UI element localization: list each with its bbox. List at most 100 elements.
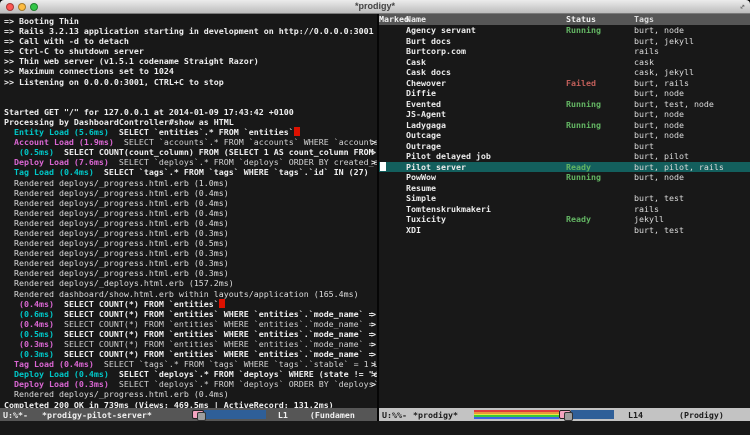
process-marked-cell <box>382 204 406 215</box>
process-name: Burt docs <box>406 36 566 47</box>
process-name: Cask docs <box>406 67 566 78</box>
log-segment: >> Thin web server (v1.5.1 codename Stra… <box>4 56 259 66</box>
log-segment: SELECT `entities`.* FROM `entities` <box>109 127 294 137</box>
log-segment: Rendered deploys/_progress.html.erb (0.4… <box>4 218 229 228</box>
truncation-marker: > <box>371 339 376 349</box>
process-status: Ready <box>566 214 634 225</box>
log-line <box>4 97 377 107</box>
log-line: Deploy Load (0.3ms) SELECT `deploys`.* F… <box>4 379 377 389</box>
truncation-marker: > <box>371 349 376 359</box>
process-marked-cell <box>382 225 406 236</box>
log-line: Rendered deploys/_progress.html.erb (0.3… <box>4 268 377 278</box>
process-marked-cell <box>382 151 406 162</box>
log-segment: Rendered deploys/_progress.html.erb (0.4… <box>4 198 229 208</box>
log-segment: Deploy Load (7.6ms) <box>4 157 109 167</box>
window-titlebar[interactable]: *prodigy* ↔ <box>0 0 750 14</box>
process-row[interactable]: Pilot delayed jobburt, pilot <box>379 151 750 162</box>
process-row[interactable]: Outcageburt, node <box>379 130 750 141</box>
log-line: => Rails 3.2.13 application starting in … <box>4 26 377 36</box>
process-tags: burt, node <box>634 25 750 36</box>
nyan-rainbow-bar <box>474 410 559 419</box>
nyan-cat-icon <box>192 410 204 419</box>
process-row[interactable]: TuxicityReadyjekyll <box>379 214 750 225</box>
log-segment: >> Listening on 0.0.0.0:3001, CTRL+C to … <box>4 77 224 87</box>
process-name: Outcage <box>406 130 566 141</box>
process-row[interactable]: Caskcask <box>379 57 750 68</box>
process-marked-cell <box>382 99 406 110</box>
process-status <box>566 67 634 78</box>
process-status <box>566 130 634 141</box>
modeline-right: U:%%- *prodigy* L14 (Prodigy) <box>379 408 750 421</box>
process-row[interactable]: ChewoverFailedburt, rails <box>379 78 750 89</box>
process-row[interactable]: Resume <box>379 183 750 194</box>
process-status <box>566 109 634 120</box>
log-line: Processing by DashboardController#show a… <box>4 117 377 127</box>
truncation-marker: > <box>371 137 376 147</box>
process-name: Outrage <box>406 141 566 152</box>
truncation-marker: > <box>371 329 376 339</box>
process-tags: burt, test, node <box>634 99 750 110</box>
log-segment: SELECT COUNT(*) FROM `entities` WHERE `e… <box>54 329 377 339</box>
process-row[interactable]: Outrageburt <box>379 141 750 152</box>
process-tags: burt, rails <box>634 78 750 89</box>
process-name: XDI <box>406 225 566 236</box>
process-tags: burt, test <box>634 193 750 204</box>
prodigy-buffer-pane[interactable]: Marked Name Status Tags Agency servantRu… <box>379 14 750 421</box>
process-row[interactable]: Agency servantRunningburt, node <box>379 25 750 36</box>
process-row[interactable]: Tomtenskrukmakerirails <box>379 204 750 215</box>
process-status: Ready <box>566 162 634 173</box>
log-segment: Rendered deploys/_progress.html.erb (0.3… <box>4 228 229 238</box>
trailing-whitespace-block <box>294 127 300 136</box>
process-marked-cell <box>382 172 406 183</box>
process-status <box>566 204 634 215</box>
process-tags: burt, node <box>634 120 750 131</box>
process-marked-cell <box>382 67 406 78</box>
point-cursor <box>380 162 386 171</box>
process-status <box>566 151 634 162</box>
log-segment: Account Load (1.9ms) <box>4 137 114 147</box>
nyan-sky-bar <box>204 410 266 419</box>
process-name: Tuxicity <box>406 214 566 225</box>
header-tags: Tags <box>634 14 750 25</box>
log-segment: Rendered dashboard/show.html.erb within … <box>4 289 359 299</box>
process-name: Burtcorp.com <box>406 46 566 57</box>
process-status <box>566 193 634 204</box>
process-row[interactable]: Pilot serverReadyburt, pilot, rails <box>379 162 750 173</box>
log-line: >> Maximum connections set to 1024 <box>4 66 377 76</box>
log-segment: SELECT COUNT(count_column) FROM (SELECT … <box>54 147 377 157</box>
log-segment: Processing by DashboardController#show a… <box>4 117 234 127</box>
log-buffer-pane[interactable]: => Booting Thin=> Rails 3.2.13 applicati… <box>0 14 377 421</box>
log-line: Rendered deploys/_progress.html.erb (0.4… <box>4 389 377 399</box>
process-row[interactable]: Burt docsburt, jekyll <box>379 36 750 47</box>
process-row[interactable]: XDIburt, test <box>379 225 750 236</box>
process-tags: cask <box>634 57 750 68</box>
log-pane[interactable]: => Booting Thin=> Rails 3.2.13 applicati… <box>0 14 377 408</box>
log-segment: Rendered deploys/_progress.html.erb (0.5… <box>4 238 229 248</box>
truncation-marker: > <box>371 319 376 329</box>
process-row[interactable]: JS-Agentburt, node <box>379 109 750 120</box>
process-row[interactable]: Cask docscask, jekyll <box>379 67 750 78</box>
minibuffer[interactable] <box>0 421 750 435</box>
modeline-left: U:%*- *prodigy-pilot-server* L1 (Fundame… <box>0 408 377 421</box>
process-row[interactable]: Burtcorp.comrails <box>379 46 750 57</box>
process-row[interactable]: Diffieburt, node <box>379 88 750 99</box>
nyan-sky-bar <box>571 410 614 419</box>
process-row[interactable]: PowWowRunningburt, node <box>379 172 750 183</box>
process-status <box>566 36 634 47</box>
process-status <box>566 141 634 152</box>
process-status: Running <box>566 172 634 183</box>
process-row[interactable]: EventedRunningburt, test, node <box>379 99 750 110</box>
process-name: Resume <box>406 183 566 194</box>
log-segment: (0.6ms) <box>4 309 54 319</box>
process-status <box>566 46 634 57</box>
trailing-whitespace-block <box>219 299 225 308</box>
log-line: Tag Load (0.4ms) SELECT `tags`.* FROM `t… <box>4 359 377 369</box>
log-line: (0.4ms) SELECT COUNT(*) FROM `entities` <box>4 299 377 309</box>
log-segment: SELECT `deploys`.* FROM `deploys` ORDER … <box>109 157 377 167</box>
modeline-right-prefix: U:%%- <box>382 410 407 420</box>
process-status <box>566 183 634 194</box>
process-row[interactable]: LadygagaRunningburt, node <box>379 120 750 131</box>
truncation-marker: > <box>371 359 376 369</box>
log-segment: Rendered deploys/_progress.html.erb (0.4… <box>4 208 229 218</box>
process-row[interactable]: Simpleburt, test <box>379 193 750 204</box>
